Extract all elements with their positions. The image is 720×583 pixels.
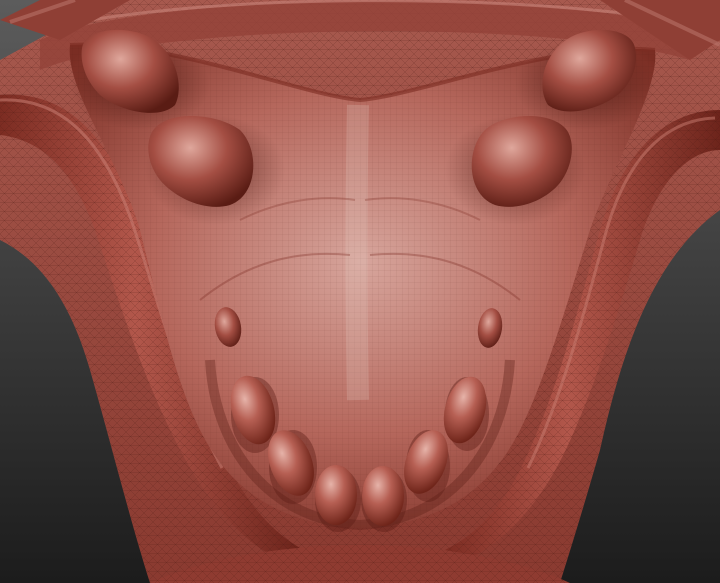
palate-midline bbox=[345, 104, 369, 401]
sculpt-render bbox=[0, 0, 720, 583]
sculpt-viewport[interactable] bbox=[0, 0, 720, 583]
tooth-4 bbox=[362, 466, 404, 526]
tooth-3 bbox=[315, 465, 357, 525]
